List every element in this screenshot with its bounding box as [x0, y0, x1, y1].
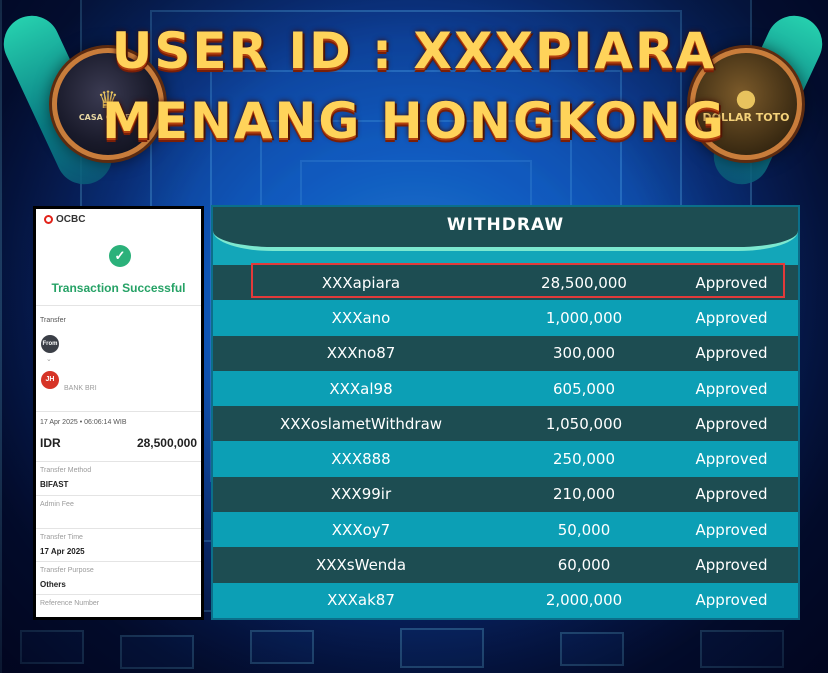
- row-amount: 1,050,000: [545, 414, 623, 433]
- row-amount: 50,000: [557, 520, 611, 539]
- table-row: XXXano 1,000,000 Approved: [213, 300, 798, 336]
- field-label: Transfer Method: [40, 467, 92, 474]
- field-label: Admin Fee: [40, 501, 74, 508]
- row-amount: 2,000,000: [545, 591, 623, 610]
- withdraw-panel: WITHDRAW XXXapiara 28,500,000 Approved X…: [211, 205, 800, 620]
- row-amount: 250,000: [552, 450, 616, 469]
- field-label: Reference Number: [40, 600, 100, 607]
- withdraw-title: WITHDRAW: [446, 215, 565, 235]
- from-avatar: From: [41, 335, 59, 353]
- row-status: Approved: [695, 556, 768, 575]
- row-user: XXXoslametWithdraw: [279, 414, 443, 433]
- row-amount: 300,000: [552, 344, 616, 363]
- chevron-down-icon: ⌄: [46, 356, 52, 363]
- field-label: Transfer Purpose: [40, 567, 94, 574]
- bank-logo: OCBC: [44, 214, 85, 225]
- header-subtitle: MENANG HONGKONG: [102, 92, 726, 150]
- row-amount: 210,000: [552, 485, 616, 504]
- divider: [36, 305, 201, 306]
- success-check-icon: ✓: [109, 245, 131, 267]
- transfer-amount: 28,500,000: [136, 436, 197, 450]
- table-row: XXXoy7 50,000 Approved: [213, 512, 798, 548]
- divider: [36, 561, 201, 562]
- ocbc-logo-icon: [44, 215, 53, 224]
- header-user-id: USER ID : XXXPIARA: [111, 22, 717, 80]
- transaction-datetime: 17 Apr 2025 • 06:06:14 WIB: [40, 419, 127, 426]
- table-row: XXX99ir 210,000 Approved: [213, 476, 798, 513]
- row-status: Approved: [695, 379, 768, 398]
- row-user: XXX888: [331, 450, 391, 469]
- row-status: Approved: [695, 485, 768, 504]
- row-user: XXXal98: [329, 379, 393, 398]
- transaction-status: Transaction Successful: [51, 281, 186, 295]
- divider: [36, 461, 201, 462]
- field-value: BIFAST: [40, 480, 69, 489]
- field-value: Others: [40, 580, 66, 589]
- table-row: XXX888 250,000 Approved: [213, 441, 798, 477]
- row-amount: 605,000: [552, 379, 616, 398]
- row-user: XXXno87: [326, 344, 396, 363]
- row-status: Approved: [695, 450, 768, 469]
- table-row: XXXoslametWithdraw 1,050,000 Approved: [213, 406, 798, 442]
- divider: [36, 594, 201, 595]
- highlight-box: [251, 263, 785, 298]
- table-row: XXXapiara 28,500,000 Approved: [213, 263, 798, 301]
- divider: [36, 411, 201, 412]
- section-label: Transfer: [40, 317, 66, 324]
- withdraw-table: XXXapiara 28,500,000 Approved XXXano 1,0…: [213, 263, 798, 618]
- field-value: 17 Apr 2025: [40, 547, 85, 556]
- row-user: XXXak87: [327, 591, 395, 610]
- table-row: XXXal98 605,000 Approved: [213, 370, 798, 407]
- table-row: XXXsWenda 60,000 Approved: [213, 547, 798, 583]
- divider: [36, 528, 201, 529]
- row-amount: 1,000,000: [545, 308, 623, 327]
- table-row: XXXak87 2,000,000 Approved: [213, 582, 798, 618]
- row-user: XXXsWenda: [315, 556, 407, 575]
- recipient-avatar: JH: [41, 371, 59, 389]
- table-row: XXXno87 300,000 Approved: [213, 335, 798, 371]
- row-status: Approved: [695, 520, 768, 539]
- row-status: Approved: [695, 308, 768, 327]
- row-amount: 60,000: [557, 556, 611, 575]
- row-user: XXX99ir: [330, 485, 392, 504]
- field-label: Transfer Time: [40, 534, 83, 541]
- row-status: Approved: [695, 344, 768, 363]
- transfer-receipt: OCBC ✓ Transaction Successful Transfer F…: [33, 206, 204, 620]
- recipient-bank: BANK BRI: [64, 385, 97, 392]
- row-user: XXXoy7: [331, 520, 391, 539]
- row-status: Approved: [695, 591, 768, 610]
- bank-name: OCBC: [56, 214, 86, 225]
- row-user: XXXano: [331, 308, 391, 327]
- currency-label: IDR: [40, 436, 61, 450]
- row-status: Approved: [695, 414, 768, 433]
- divider: [36, 495, 201, 496]
